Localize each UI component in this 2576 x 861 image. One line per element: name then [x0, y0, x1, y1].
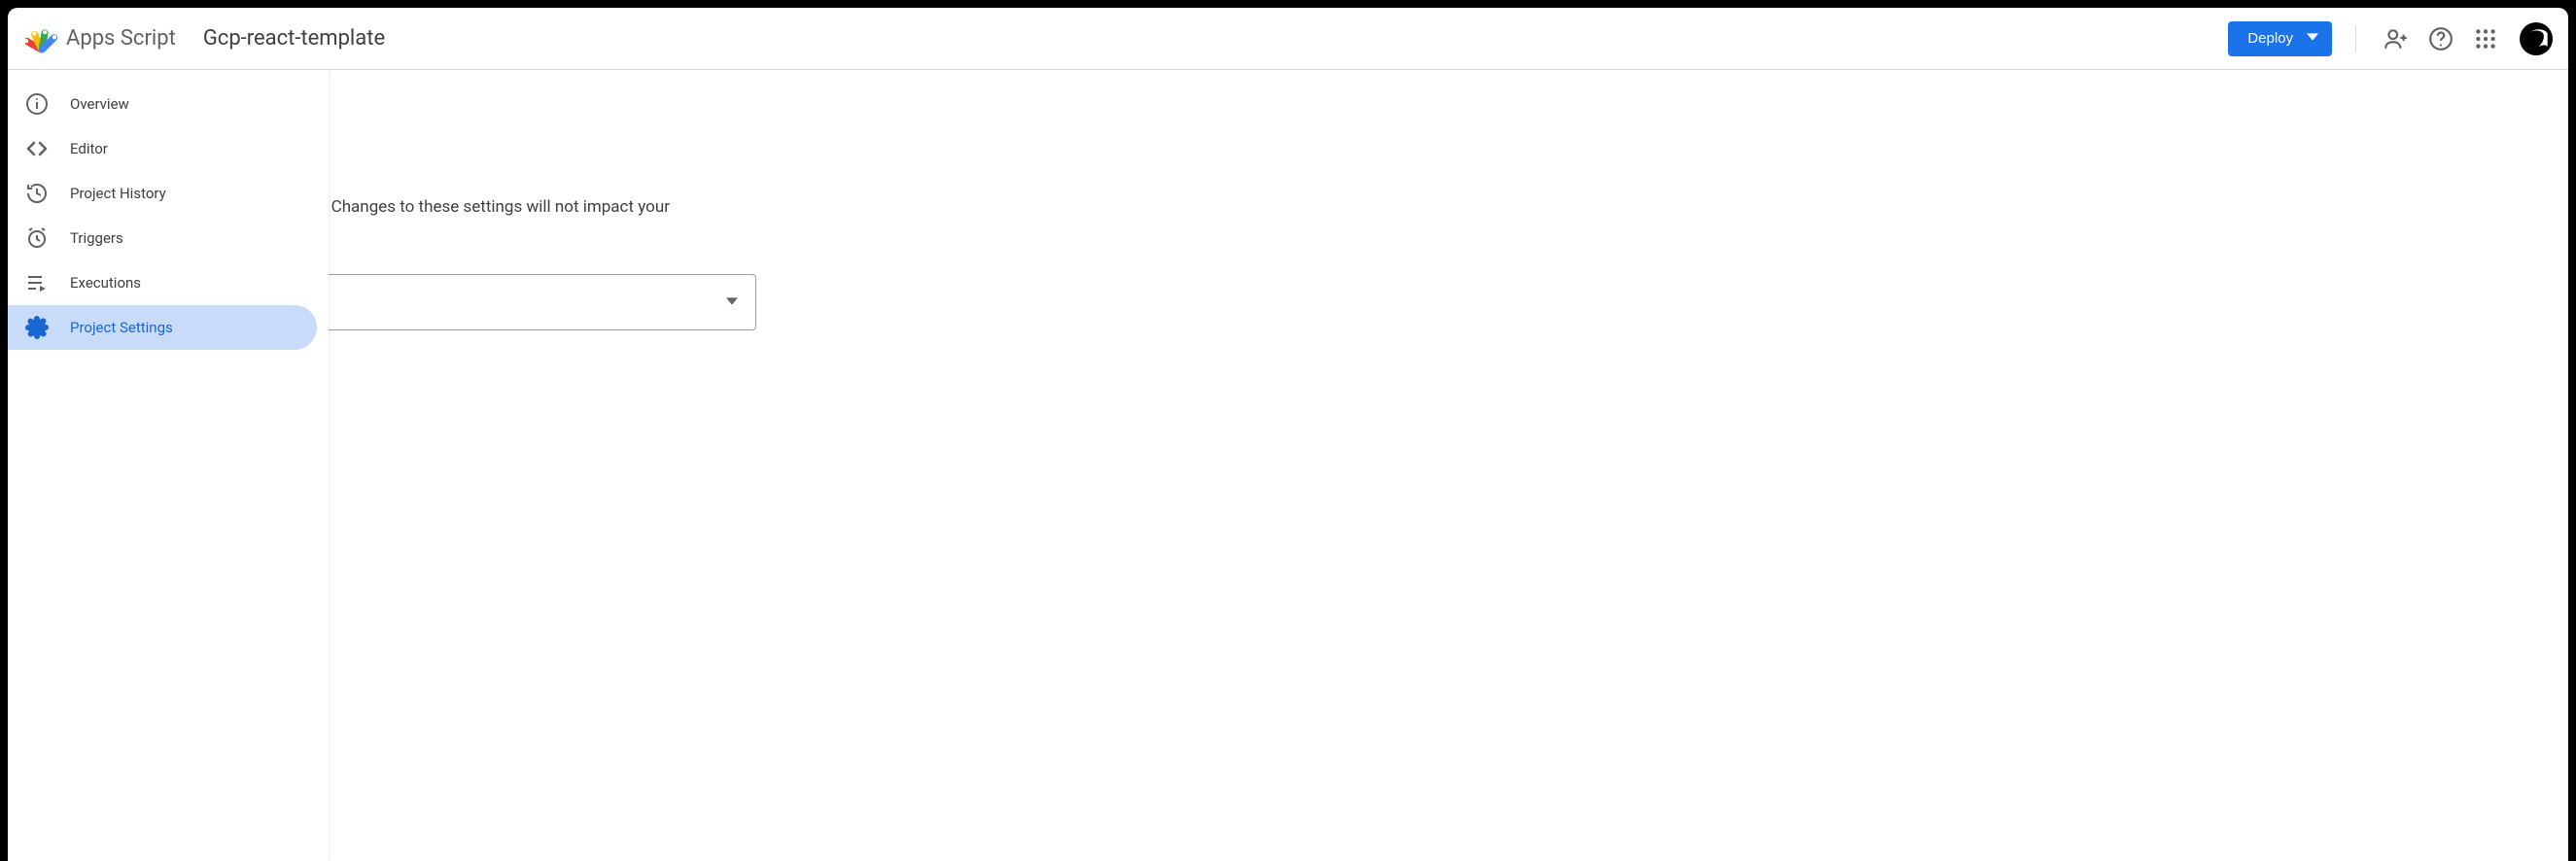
sidebar-item-label: Overview — [70, 95, 129, 113]
sidebar-item-label: Project Settings — [70, 319, 173, 336]
option-manifest: n" manifest file in editor — [124, 472, 2568, 492]
apps-grid-icon[interactable] — [2473, 26, 2498, 52]
code-icon — [25, 137, 49, 160]
gear-icon — [25, 316, 49, 339]
brand-name: Apps Script — [66, 26, 176, 51]
header-divider — [2355, 25, 2356, 52]
sidebar-item-triggers[interactable]: Triggers — [8, 216, 317, 260]
sidebar-item-overview[interactable]: Overview — [8, 82, 317, 126]
sidebar: Overview Editor Project History Triggers — [8, 70, 329, 861]
apps-script-logo-icon — [25, 22, 58, 55]
sidebar-item-label: Triggers — [70, 229, 123, 247]
sidebar-item-label: Editor — [70, 140, 108, 157]
account-avatar[interactable] — [2520, 22, 2553, 55]
info-icon — [25, 92, 49, 116]
deploy-button-label: Deploy — [2247, 30, 2293, 47]
brand-logo-group[interactable]: Apps Script — [25, 22, 176, 55]
dropdown-caret-icon — [2307, 30, 2318, 47]
sidebar-item-label: Executions — [70, 274, 141, 292]
project-title[interactable]: Gcp-react-template — [203, 26, 385, 51]
history-icon — [25, 182, 49, 205]
option-runtime: untime — [124, 420, 2568, 439]
dropdown-caret-icon — [726, 292, 738, 312]
share-person-add-icon[interactable] — [2384, 26, 2409, 52]
sidebar-item-project-settings[interactable]: Project Settings — [8, 305, 317, 350]
sidebar-item-label: Project History — [70, 185, 166, 202]
executions-icon — [25, 271, 49, 294]
app-header: Apps Script Gcp-react-template Deploy — [8, 8, 2568, 70]
sidebar-item-executions[interactable]: Executions — [8, 260, 317, 305]
main-content: e entire Apps Script project. Changes to… — [8, 70, 2568, 861]
deploy-button[interactable]: Deploy — [2228, 21, 2332, 56]
help-icon[interactable] — [2428, 26, 2454, 52]
option-cloud-logs: tions to Cloud logs — [124, 367, 2568, 387]
sidebar-item-project-history[interactable]: Project History — [8, 171, 317, 216]
sidebar-item-editor[interactable]: Editor — [8, 126, 317, 171]
alarm-icon — [25, 226, 49, 250]
